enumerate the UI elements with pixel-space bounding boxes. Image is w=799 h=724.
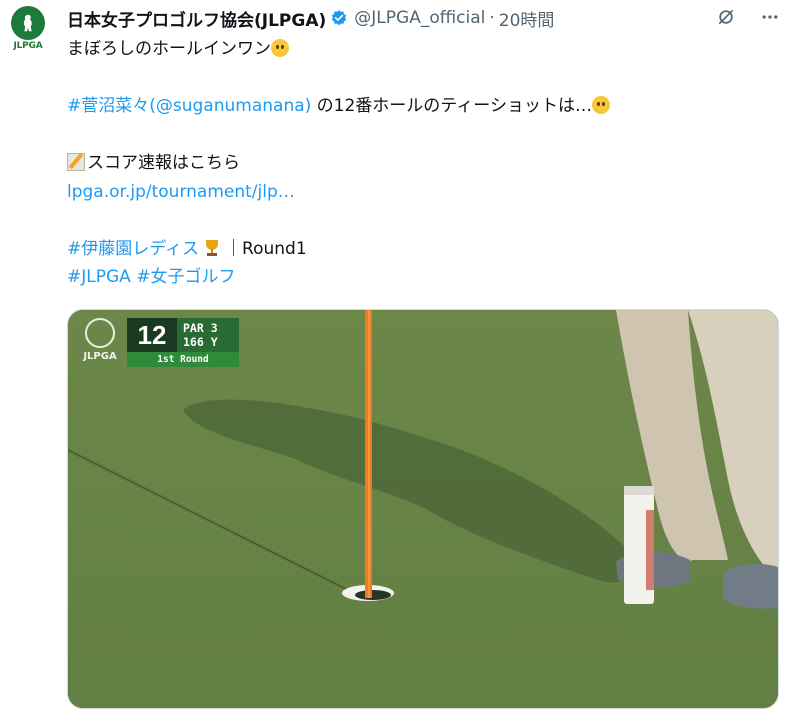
tournament-link[interactable]: lpga.or.jp/tournament/jlp…	[67, 182, 295, 202]
account-handle[interactable]: @JLPGA_official	[354, 8, 485, 28]
watermark-text: JLPGA	[83, 351, 117, 362]
header-separator: ·	[489, 8, 495, 28]
round-text: ｜Round1	[225, 238, 307, 259]
mention-suganumanana[interactable]: (@suganumanana)	[149, 96, 311, 116]
avatar[interactable]: JLPGA	[8, 6, 48, 54]
hole-par-yards: PAR 3 166 Y	[177, 318, 239, 352]
hole-number: 12	[127, 318, 177, 352]
tweet-line-8: #伊藤園レディス ｜Round1	[67, 235, 782, 264]
more-icon[interactable]	[759, 6, 781, 28]
tweet-line-3-text: の12番ホールのティーショットは…	[311, 96, 592, 116]
hashtag-suganuma[interactable]: #菅沼菜々	[67, 96, 149, 116]
tweet-line-6: lpga.or.jp/tournament/jlp…	[67, 178, 782, 207]
hashtag-womens-golf[interactable]: #女子ゴルフ	[136, 267, 235, 287]
tweet-line-1: まぼろしのホールインワン	[67, 35, 782, 64]
tweet-line-3: #菅沼菜々(@suganumanana) の12番ホールのティーショットは…	[67, 92, 782, 121]
tweet-line-9: #JLPGA #女子ゴルフ	[67, 263, 782, 292]
golf-green-scene	[68, 310, 778, 708]
verified-badge-icon	[332, 10, 347, 26]
hole-yards: 166 Y	[183, 335, 218, 349]
tweet-video[interactable]: JLPGA 12 PAR 3 166 Y 1st Round	[67, 309, 779, 709]
hole-par: PAR 3	[183, 321, 218, 335]
pleading-face-emoji-icon	[591, 96, 610, 114]
hashtag-jlpga[interactable]: #JLPGA	[67, 267, 131, 287]
account-name[interactable]: 日本女子プロゴルフ協会(JLPGA)	[67, 6, 326, 31]
golfer-logo-icon	[11, 6, 45, 40]
score-text: スコア速報はこちら	[87, 153, 240, 173]
tweet-text: まぼろしのホールインワン #菅沼菜々(@suganumanana) の12番ホー…	[67, 35, 782, 292]
trophy-emoji-icon	[203, 239, 221, 257]
tweet-line-5: スコア速報はこちら	[67, 149, 782, 178]
tweet-line-1-text: まぼろしのホールインワン	[67, 39, 271, 59]
golfer-watermark-icon	[85, 318, 115, 348]
tweet-header: 日本女子プロゴルフ協会(JLPGA) @JLPGA_official · 20時…	[67, 6, 555, 31]
hashtag-itoen-ladies[interactable]: #伊藤園レディス	[67, 239, 199, 259]
memo-emoji-icon	[67, 153, 85, 171]
jlpga-watermark-logo: JLPGA	[80, 318, 120, 368]
timestamp[interactable]: 20時間	[499, 6, 555, 31]
hole-info-overlay: 12 PAR 3 166 Y 1st Round	[127, 318, 239, 368]
round-label: 1st Round	[127, 352, 239, 367]
tear-face-emoji-icon	[271, 39, 289, 57]
tweet-actions	[715, 6, 781, 28]
grok-icon[interactable]	[715, 6, 737, 28]
avatar-label: JLPGA	[13, 41, 43, 51]
